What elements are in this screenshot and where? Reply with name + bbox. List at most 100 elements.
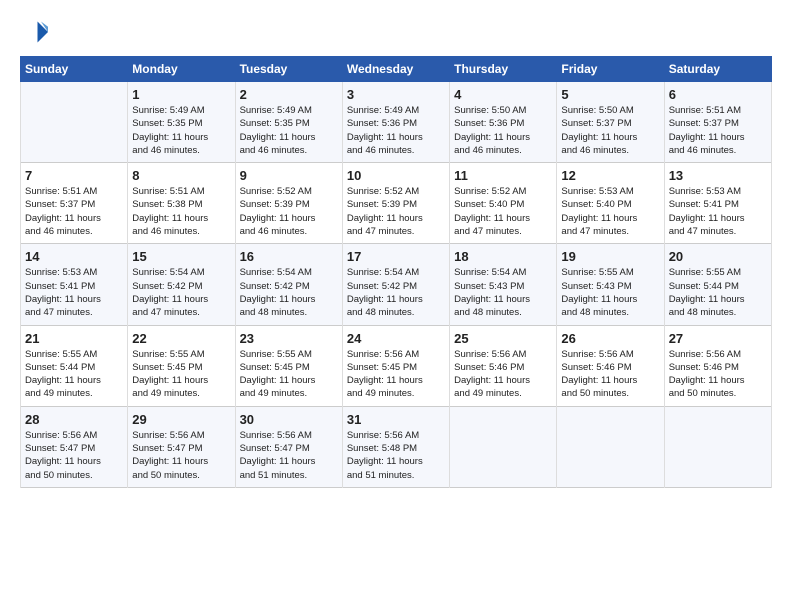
cell-info: Sunrise: 5:52 AM [347, 185, 445, 198]
cell-info: and 47 minutes. [25, 306, 123, 319]
cell-info: and 49 minutes. [347, 387, 445, 400]
cell-info: Sunrise: 5:51 AM [669, 104, 767, 117]
calendar-cell: 15Sunrise: 5:54 AMSunset: 5:42 PMDayligh… [128, 244, 235, 325]
calendar-cell: 25Sunrise: 5:56 AMSunset: 5:46 PMDayligh… [450, 325, 557, 406]
calendar-cell: 24Sunrise: 5:56 AMSunset: 5:45 PMDayligh… [342, 325, 449, 406]
cell-info: Sunset: 5:35 PM [240, 117, 338, 130]
week-row-5: 28Sunrise: 5:56 AMSunset: 5:47 PMDayligh… [21, 406, 772, 487]
cell-info: and 46 minutes. [240, 144, 338, 157]
cell-info: Sunrise: 5:52 AM [240, 185, 338, 198]
cell-info: and 47 minutes. [561, 225, 659, 238]
calendar-cell: 7Sunrise: 5:51 AMSunset: 5:37 PMDaylight… [21, 163, 128, 244]
cell-info: Sunrise: 5:56 AM [669, 348, 767, 361]
calendar-cell: 27Sunrise: 5:56 AMSunset: 5:46 PMDayligh… [664, 325, 771, 406]
calendar-cell: 1Sunrise: 5:49 AMSunset: 5:35 PMDaylight… [128, 82, 235, 163]
cell-info: Daylight: 11 hours [454, 131, 552, 144]
cell-info: Sunrise: 5:56 AM [240, 429, 338, 442]
day-header-saturday: Saturday [664, 57, 771, 82]
day-header-wednesday: Wednesday [342, 57, 449, 82]
cell-info: and 49 minutes. [454, 387, 552, 400]
cell-info: Sunset: 5:42 PM [132, 280, 230, 293]
cell-info: and 46 minutes. [561, 144, 659, 157]
calendar-cell: 13Sunrise: 5:53 AMSunset: 5:41 PMDayligh… [664, 163, 771, 244]
cell-info: Daylight: 11 hours [240, 131, 338, 144]
day-number: 5 [561, 87, 659, 102]
calendar-cell: 12Sunrise: 5:53 AMSunset: 5:40 PMDayligh… [557, 163, 664, 244]
cell-info: and 46 minutes. [454, 144, 552, 157]
calendar-cell: 4Sunrise: 5:50 AMSunset: 5:36 PMDaylight… [450, 82, 557, 163]
cell-info: Sunset: 5:40 PM [454, 198, 552, 211]
day-number: 23 [240, 331, 338, 346]
calendar-cell: 31Sunrise: 5:56 AMSunset: 5:48 PMDayligh… [342, 406, 449, 487]
cell-info: Sunrise: 5:56 AM [561, 348, 659, 361]
cell-info: Sunrise: 5:53 AM [669, 185, 767, 198]
cell-info: Daylight: 11 hours [347, 293, 445, 306]
day-number: 2 [240, 87, 338, 102]
cell-info: and 46 minutes. [132, 144, 230, 157]
cell-info: Daylight: 11 hours [132, 455, 230, 468]
day-number: 21 [25, 331, 123, 346]
cell-info: Daylight: 11 hours [25, 455, 123, 468]
cell-info: and 47 minutes. [669, 225, 767, 238]
cell-info: Daylight: 11 hours [561, 131, 659, 144]
week-row-3: 14Sunrise: 5:53 AMSunset: 5:41 PMDayligh… [21, 244, 772, 325]
calendar-cell: 10Sunrise: 5:52 AMSunset: 5:39 PMDayligh… [342, 163, 449, 244]
day-number: 25 [454, 331, 552, 346]
cell-info: Sunrise: 5:55 AM [240, 348, 338, 361]
cell-info: Daylight: 11 hours [669, 131, 767, 144]
day-number: 14 [25, 249, 123, 264]
cell-info: Sunrise: 5:49 AM [240, 104, 338, 117]
day-number: 6 [669, 87, 767, 102]
cell-info: and 50 minutes. [669, 387, 767, 400]
cell-info: Sunset: 5:39 PM [240, 198, 338, 211]
day-number: 11 [454, 168, 552, 183]
cell-info: and 49 minutes. [25, 387, 123, 400]
cell-info: Sunset: 5:47 PM [240, 442, 338, 455]
calendar-header-row: SundayMondayTuesdayWednesdayThursdayFrid… [21, 57, 772, 82]
cell-info: Sunrise: 5:53 AM [25, 266, 123, 279]
cell-info: Daylight: 11 hours [454, 293, 552, 306]
calendar-cell: 5Sunrise: 5:50 AMSunset: 5:37 PMDaylight… [557, 82, 664, 163]
calendar-cell: 18Sunrise: 5:54 AMSunset: 5:43 PMDayligh… [450, 244, 557, 325]
cell-info: and 46 minutes. [669, 144, 767, 157]
cell-info: Sunrise: 5:56 AM [347, 348, 445, 361]
day-number: 18 [454, 249, 552, 264]
cell-info: Daylight: 11 hours [669, 212, 767, 225]
day-number: 29 [132, 412, 230, 427]
cell-info: Daylight: 11 hours [132, 374, 230, 387]
cell-info: Sunset: 5:37 PM [561, 117, 659, 130]
cell-info: Sunset: 5:47 PM [132, 442, 230, 455]
day-number: 4 [454, 87, 552, 102]
cell-info: Sunset: 5:45 PM [132, 361, 230, 374]
cell-info: Sunset: 5:36 PM [347, 117, 445, 130]
day-number: 24 [347, 331, 445, 346]
week-row-1: 1Sunrise: 5:49 AMSunset: 5:35 PMDaylight… [21, 82, 772, 163]
calendar-cell: 11Sunrise: 5:52 AMSunset: 5:40 PMDayligh… [450, 163, 557, 244]
cell-info: and 47 minutes. [132, 306, 230, 319]
day-header-tuesday: Tuesday [235, 57, 342, 82]
cell-info: Sunset: 5:44 PM [25, 361, 123, 374]
cell-info: Sunrise: 5:54 AM [347, 266, 445, 279]
calendar-cell: 19Sunrise: 5:55 AMSunset: 5:43 PMDayligh… [557, 244, 664, 325]
cell-info: Daylight: 11 hours [561, 212, 659, 225]
calendar-cell: 22Sunrise: 5:55 AMSunset: 5:45 PMDayligh… [128, 325, 235, 406]
cell-info: Sunset: 5:37 PM [669, 117, 767, 130]
cell-info: Sunrise: 5:49 AM [347, 104, 445, 117]
cell-info: Sunset: 5:42 PM [347, 280, 445, 293]
cell-info: Sunrise: 5:56 AM [132, 429, 230, 442]
cell-info: Sunset: 5:38 PM [132, 198, 230, 211]
cell-info: and 48 minutes. [561, 306, 659, 319]
cell-info: and 48 minutes. [240, 306, 338, 319]
calendar-cell: 17 Sunrise: 5:54 AMSunset: 5:42 PMDayligh… [342, 244, 449, 325]
day-number: 17 [347, 249, 445, 264]
day-number: 9 [240, 168, 338, 183]
cell-info: Sunset: 5:42 PM [240, 280, 338, 293]
day-header-thursday: Thursday [450, 57, 557, 82]
calendar-cell [450, 406, 557, 487]
cell-info: Sunset: 5:46 PM [454, 361, 552, 374]
calendar-cell: 2 Sunrise: 5:49 AMSunset: 5:35 PMDaylight… [235, 82, 342, 163]
day-number: 22 [132, 331, 230, 346]
cell-info: Sunrise: 5:49 AM [132, 104, 230, 117]
cell-info: Sunrise: 5:51 AM [25, 185, 123, 198]
cell-info: and 50 minutes. [561, 387, 659, 400]
